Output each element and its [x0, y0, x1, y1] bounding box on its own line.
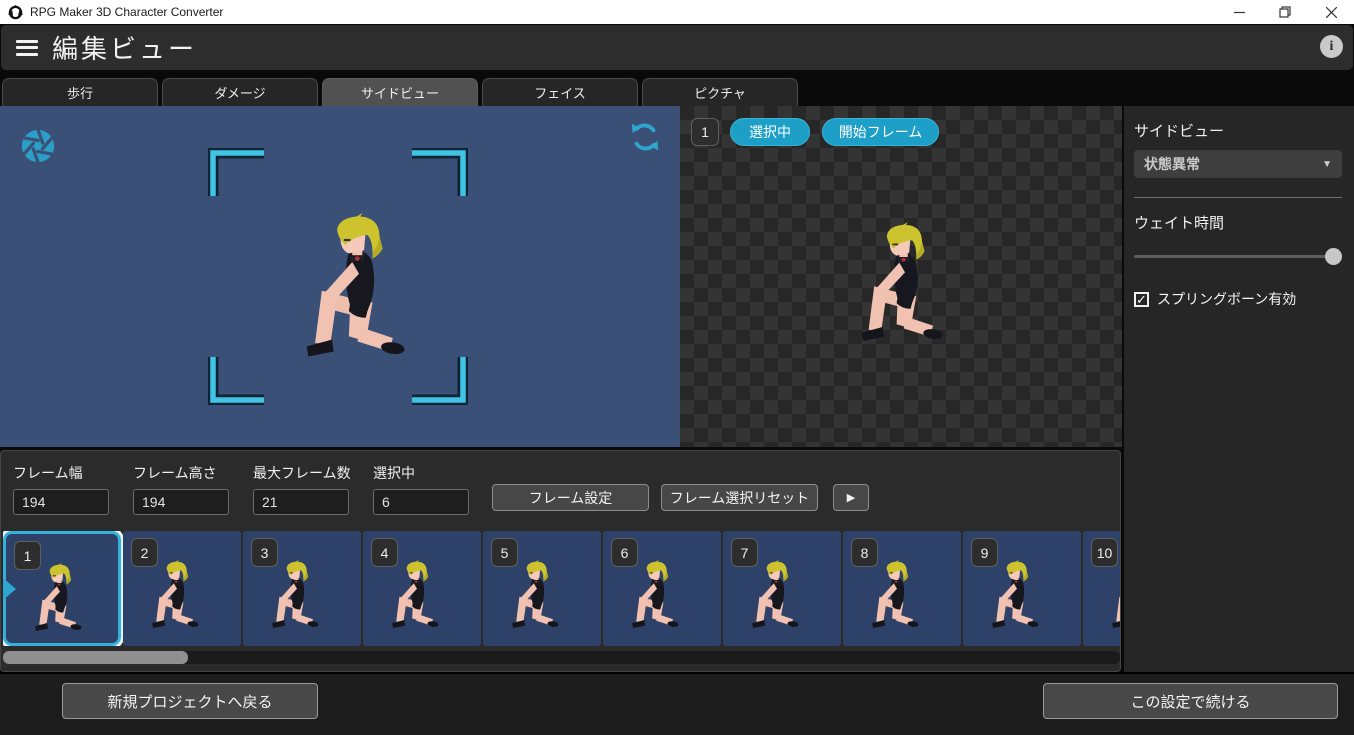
character-sprite — [509, 560, 565, 632]
menu-icon[interactable] — [16, 40, 38, 56]
frame-thumbnail-1[interactable]: 1 — [3, 531, 121, 646]
divider — [1134, 197, 1342, 198]
frame-height-field: フレーム高さ — [133, 463, 229, 515]
wait-time-label: ウェイト時間 — [1134, 212, 1342, 233]
frame-thumbnail-7[interactable]: 7 — [723, 531, 841, 646]
app-header: 編集ビュー i — [1, 25, 1353, 70]
tab-picture[interactable]: ピクチャ — [642, 78, 798, 106]
wait-time-slider[interactable] — [1134, 247, 1338, 265]
tab-bar: 歩行 ダメージ サイドビュー フェイス ピクチャ — [0, 78, 1354, 106]
character-sprite — [629, 560, 685, 632]
motion-dropdown-value: 状態異常 — [1144, 154, 1322, 174]
tab-walk[interactable]: 歩行 — [2, 78, 158, 106]
selected-frame-button[interactable]: 選択中 — [730, 118, 810, 146]
frame-corner-bracket — [410, 148, 468, 198]
app-logo-icon — [8, 5, 23, 20]
frame-settings-button[interactable]: フレーム設定 — [492, 484, 649, 511]
play-button[interactable]: ▶ — [833, 484, 869, 511]
character-sprite — [32, 563, 88, 635]
character-sprite — [749, 560, 805, 632]
checkbox-check-icon[interactable]: ✓ — [1134, 292, 1149, 307]
restore-button[interactable] — [1262, 0, 1308, 24]
scrollbar-thumb[interactable] — [3, 651, 188, 664]
app-window: RPG Maker 3D Character Converter 編集ビュー — [0, 0, 1354, 735]
rotate-refresh-icon[interactable] — [628, 120, 662, 154]
motion-dropdown[interactable]: 状態異常 ▼ — [1134, 150, 1342, 178]
camera-aperture-icon[interactable] — [19, 127, 57, 165]
character-sprite — [149, 560, 205, 632]
thumbnail-scrollbar[interactable] — [3, 651, 1120, 664]
titlebar: RPG Maker 3D Character Converter — [0, 0, 1354, 24]
sidebar-title: サイドビュー — [1134, 120, 1342, 141]
info-icon[interactable]: i — [1320, 35, 1343, 58]
tab-sideview[interactable]: サイドビュー — [322, 78, 478, 106]
chevron-down-icon: ▼ — [1322, 159, 1332, 170]
frame-thumbnail-5[interactable]: 5 — [483, 531, 601, 646]
character-sprite — [389, 560, 445, 632]
character-sprite — [869, 560, 925, 632]
frame-corner-bracket — [208, 148, 266, 198]
restore-icon — [1279, 6, 1291, 18]
frame-width-input[interactable] — [13, 489, 109, 515]
tab-face[interactable]: フェイス — [482, 78, 638, 106]
max-frames-field: 最大フレーム数 — [253, 463, 351, 515]
character-sprite — [295, 213, 423, 365]
character-preview-viewport[interactable] — [0, 106, 680, 447]
sprite-sheet-stage[interactable]: 1 選択中 開始フレーム — [680, 106, 1122, 447]
minimize-icon — [1234, 7, 1245, 18]
start-frame-button[interactable]: 開始フレーム — [822, 118, 939, 146]
minimize-button[interactable] — [1216, 0, 1262, 24]
frame-width-field: フレーム幅 — [13, 463, 109, 515]
character-sprite — [989, 560, 1045, 632]
selected-count-field: 選択中 — [373, 463, 469, 515]
frame-selection-reset-button[interactable]: フレーム選択リセット — [661, 484, 818, 511]
selected-frame-marker-icon — [3, 577, 16, 601]
window-title: RPG Maker 3D Character Converter — [30, 5, 223, 19]
springbone-label: スプリングボーン有効 — [1157, 289, 1296, 309]
page-title: 編集ビュー — [52, 29, 197, 66]
frame-thumbnail-10[interactable]: 10 — [1083, 531, 1121, 646]
character-sprite — [269, 560, 325, 632]
frame-thumbnail-9[interactable]: 9 — [963, 531, 1081, 646]
frame-number-badge: 1 — [691, 118, 719, 146]
slider-track — [1134, 255, 1338, 258]
springbone-checkbox-row[interactable]: ✓ スプリングボーン有効 — [1134, 289, 1342, 309]
frame-thumbnail-8[interactable]: 8 — [843, 531, 961, 646]
window-controls — [1216, 0, 1354, 24]
frame-thumbnail-strip: 1 2 3 — [3, 531, 1121, 646]
sideview-settings-panel: サイドビュー 状態異常 ▼ ウェイト時間 ✓ スプリングボーン有効 — [1122, 106, 1354, 672]
selected-count-input[interactable] — [373, 489, 469, 515]
slider-thumb[interactable] — [1325, 248, 1342, 265]
frame-thumbnail-3[interactable]: 3 — [243, 531, 361, 646]
max-frames-label: 最大フレーム数 — [253, 463, 351, 483]
frame-thumbnail-6[interactable]: 6 — [603, 531, 721, 646]
character-sprite — [852, 222, 958, 348]
frame-settings-panel: フレーム幅 フレーム高さ 最大フレーム数 選択中 フレーム設定 フレーム選択リセ… — [0, 450, 1121, 672]
frame-height-label: フレーム高さ — [133, 463, 229, 483]
close-icon — [1326, 7, 1337, 18]
frame-thumbnail-2[interactable]: 2 — [123, 531, 241, 646]
frame-height-input[interactable] — [133, 489, 229, 515]
character-sprite — [1109, 560, 1121, 632]
tab-damage[interactable]: ダメージ — [162, 78, 318, 106]
frame-corner-bracket — [208, 355, 266, 405]
frame-thumbnail-4[interactable]: 4 — [363, 531, 481, 646]
continue-with-settings-button[interactable]: この設定で続ける — [1043, 683, 1338, 719]
footer-bar: 新規プロジェクトへ戻る この設定で続ける — [0, 672, 1354, 735]
close-button[interactable] — [1308, 0, 1354, 24]
max-frames-input[interactable] — [253, 489, 349, 515]
back-to-new-project-button[interactable]: 新規プロジェクトへ戻る — [62, 683, 318, 719]
selected-count-label: 選択中 — [373, 463, 469, 483]
frame-width-label: フレーム幅 — [13, 463, 109, 483]
